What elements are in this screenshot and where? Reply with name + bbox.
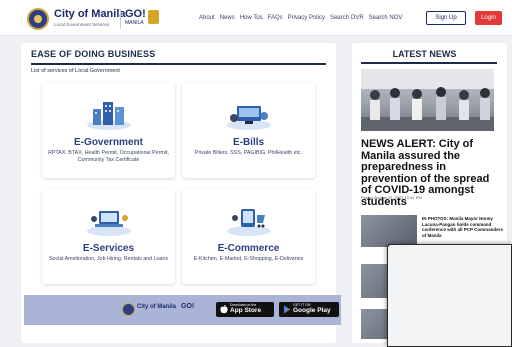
app-store-label: App Store bbox=[230, 307, 262, 314]
section-subtitle: List of services of Local Government bbox=[31, 68, 120, 74]
service-title: E-Bills bbox=[232, 137, 265, 148]
service-description: RPTAX, BTAX, Health Permit, Occupational… bbox=[48, 150, 169, 163]
brand-subtitle: Local Government Services bbox=[54, 22, 110, 27]
google-play-icon bbox=[284, 305, 291, 314]
services-section: EASE OF DOING BUSINESS List of services … bbox=[21, 43, 341, 343]
news-date: Posted August 22, 2022 12:51 PM bbox=[361, 195, 422, 200]
app-download-banner: City of Manila GO! Download on the App S… bbox=[24, 295, 341, 325]
nav-how-tos[interactable]: How Tos bbox=[240, 15, 263, 21]
service-description: E-Kitchen, E-Market, E-Shopping, E-Deliv… bbox=[193, 256, 304, 262]
go-manila-logo[interactable]: GO! MANILA bbox=[125, 8, 146, 27]
go-manila-icon bbox=[148, 10, 159, 24]
go-logo-sub: MANILA bbox=[125, 20, 144, 26]
service-card-e-commerce[interactable]: E-Commerce E-Kitchen, E-Market, E-Shoppi… bbox=[182, 189, 315, 284]
shopping-cart-icon bbox=[227, 209, 271, 236]
brand-title[interactable]: City of Manila bbox=[54, 8, 126, 20]
go-logo-text: GO! bbox=[125, 8, 146, 20]
service-title: E-Services bbox=[82, 243, 135, 254]
login-button[interactable]: Login bbox=[475, 11, 502, 25]
nav-search-ovr[interactable]: Search OVR bbox=[330, 15, 364, 21]
section-title: EASE OF DOING BUSINESS bbox=[31, 49, 156, 59]
nav-faqs[interactable]: FAQs bbox=[268, 15, 283, 21]
city-seal-logo[interactable] bbox=[27, 8, 49, 30]
section-divider bbox=[31, 63, 326, 65]
app-store-button[interactable]: Download on the App Store bbox=[216, 302, 274, 317]
city-seal-logo bbox=[122, 303, 135, 316]
service-card-e-government[interactable]: E-Government RPTAX, BTAX, Health Permit,… bbox=[42, 83, 175, 178]
news-section-title: LATEST NEWS bbox=[392, 49, 457, 59]
google-play-label: Google Play bbox=[293, 307, 331, 314]
main-nav: About News How Tos FAQs Privacy Policy S… bbox=[199, 15, 402, 21]
sign-up-button[interactable]: Sign Up bbox=[426, 11, 466, 25]
service-description: Social Amelioration, Job Hiring, Rentals… bbox=[49, 256, 168, 262]
news-featured-image[interactable] bbox=[361, 69, 494, 131]
site-header: City of Manila Local Government Services… bbox=[0, 0, 512, 36]
nav-about[interactable]: About bbox=[199, 15, 215, 21]
service-title: E-Government bbox=[74, 137, 143, 148]
brand-divider bbox=[120, 9, 121, 29]
bills-payment-icon bbox=[227, 106, 271, 130]
service-card-e-bills[interactable]: E-Bills Private Billers, SSS, PAGIBIG, P… bbox=[182, 83, 315, 178]
floating-overlay-window[interactable] bbox=[387, 244, 512, 347]
apple-icon bbox=[220, 305, 228, 314]
nav-news[interactable]: News bbox=[220, 15, 235, 21]
banner-go-logo: GO! bbox=[181, 303, 195, 310]
city-buildings-icon bbox=[87, 102, 131, 130]
news-thumbnail[interactable] bbox=[361, 215, 417, 247]
google-play-button[interactable]: GET IT ON Google Play bbox=[279, 302, 339, 317]
nav-privacy-policy[interactable]: Privacy Policy bbox=[288, 15, 325, 21]
service-description: Private Billers, SSS, PAGIBIG, PhilHealt… bbox=[194, 150, 303, 156]
service-card-e-services[interactable]: E-Services Social Amelioration, Job Hiri… bbox=[42, 189, 175, 284]
services-desk-icon bbox=[87, 211, 131, 236]
banner-title: City of Manila bbox=[137, 304, 177, 310]
news-divider bbox=[361, 62, 497, 64]
news-photo bbox=[361, 69, 494, 131]
news-item-link[interactable]: IN PHOTOS: Manila Mayor Honey Lacuna-Pan… bbox=[422, 216, 504, 238]
service-title: E-Commerce bbox=[217, 243, 280, 254]
nav-search-nov[interactable]: Search NOV bbox=[369, 15, 403, 21]
